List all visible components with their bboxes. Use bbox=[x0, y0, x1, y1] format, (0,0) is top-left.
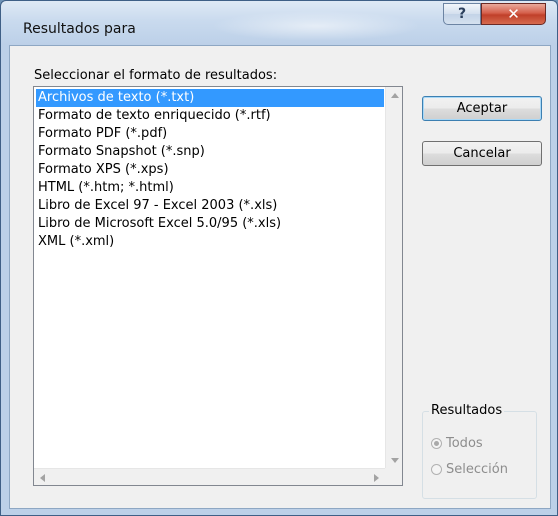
title-bar[interactable]: Resultados para ? ✕ bbox=[1, 1, 557, 45]
list-item-xml[interactable]: XML (*.xml) bbox=[36, 233, 384, 251]
dialog-window: Resultados para ? ✕ Seleccionar el forma… bbox=[0, 0, 558, 516]
scrollbar-corner bbox=[385, 468, 402, 485]
cancel-button[interactable]: Cancelar bbox=[422, 141, 542, 166]
list-item-snp[interactable]: Formato Snapshot (*.snp) bbox=[36, 143, 384, 161]
list-item-xls-97[interactable]: Libro de Excel 97 - Excel 2003 (*.xls) bbox=[36, 197, 384, 215]
list-item-txt[interactable]: Archivos de texto (*.txt) bbox=[36, 89, 384, 107]
radio-todos-label: Todos bbox=[446, 436, 483, 451]
dialog-client-area: Seleccionar el formato de resultados: Ar… bbox=[9, 45, 551, 509]
close-icon: ✕ bbox=[507, 5, 520, 23]
list-item-html[interactable]: HTML (*.htm; *.html) bbox=[36, 179, 384, 197]
help-icon: ? bbox=[457, 6, 467, 22]
radio-seleccion-label: Selección bbox=[446, 462, 508, 477]
title-bar-glass-highlight bbox=[211, 11, 421, 41]
radio-seleccion[interactable]: Selección bbox=[431, 462, 508, 477]
radio-checked-icon[interactable] bbox=[431, 438, 442, 449]
radio-unchecked-icon[interactable] bbox=[431, 464, 442, 475]
results-group-legend: Resultados bbox=[429, 403, 505, 418]
results-groupbox: Resultados Todos Selección bbox=[422, 403, 537, 499]
scroll-down-icon[interactable] bbox=[386, 452, 403, 469]
list-item-pdf[interactable]: Formato PDF (*.pdf) bbox=[36, 125, 384, 143]
help-button[interactable]: ? bbox=[443, 3, 481, 25]
vertical-scrollbar[interactable] bbox=[385, 87, 402, 469]
scroll-up-icon[interactable] bbox=[386, 87, 403, 104]
format-listbox[interactable]: Archivos de texto (*.txt) Formato de tex… bbox=[33, 86, 403, 486]
radio-todos[interactable]: Todos bbox=[431, 436, 483, 451]
close-button[interactable]: ✕ bbox=[481, 3, 546, 25]
scroll-left-icon[interactable] bbox=[34, 469, 51, 486]
list-item-xls-5[interactable]: Libro de Microsoft Excel 5.0/95 (*.xls) bbox=[36, 215, 384, 233]
window-title: Resultados para bbox=[23, 21, 136, 37]
accept-button[interactable]: Aceptar bbox=[422, 96, 542, 121]
format-list: Archivos de texto (*.txt) Formato de tex… bbox=[36, 89, 384, 251]
list-item-rtf[interactable]: Formato de texto enriquecido (*.rtf) bbox=[36, 107, 384, 125]
horizontal-scrollbar[interactable] bbox=[34, 468, 385, 485]
scroll-right-icon[interactable] bbox=[368, 469, 385, 486]
format-prompt-label: Seleccionar el formato de resultados: bbox=[34, 68, 278, 83]
list-item-xps[interactable]: Formato XPS (*.xps) bbox=[36, 161, 384, 179]
